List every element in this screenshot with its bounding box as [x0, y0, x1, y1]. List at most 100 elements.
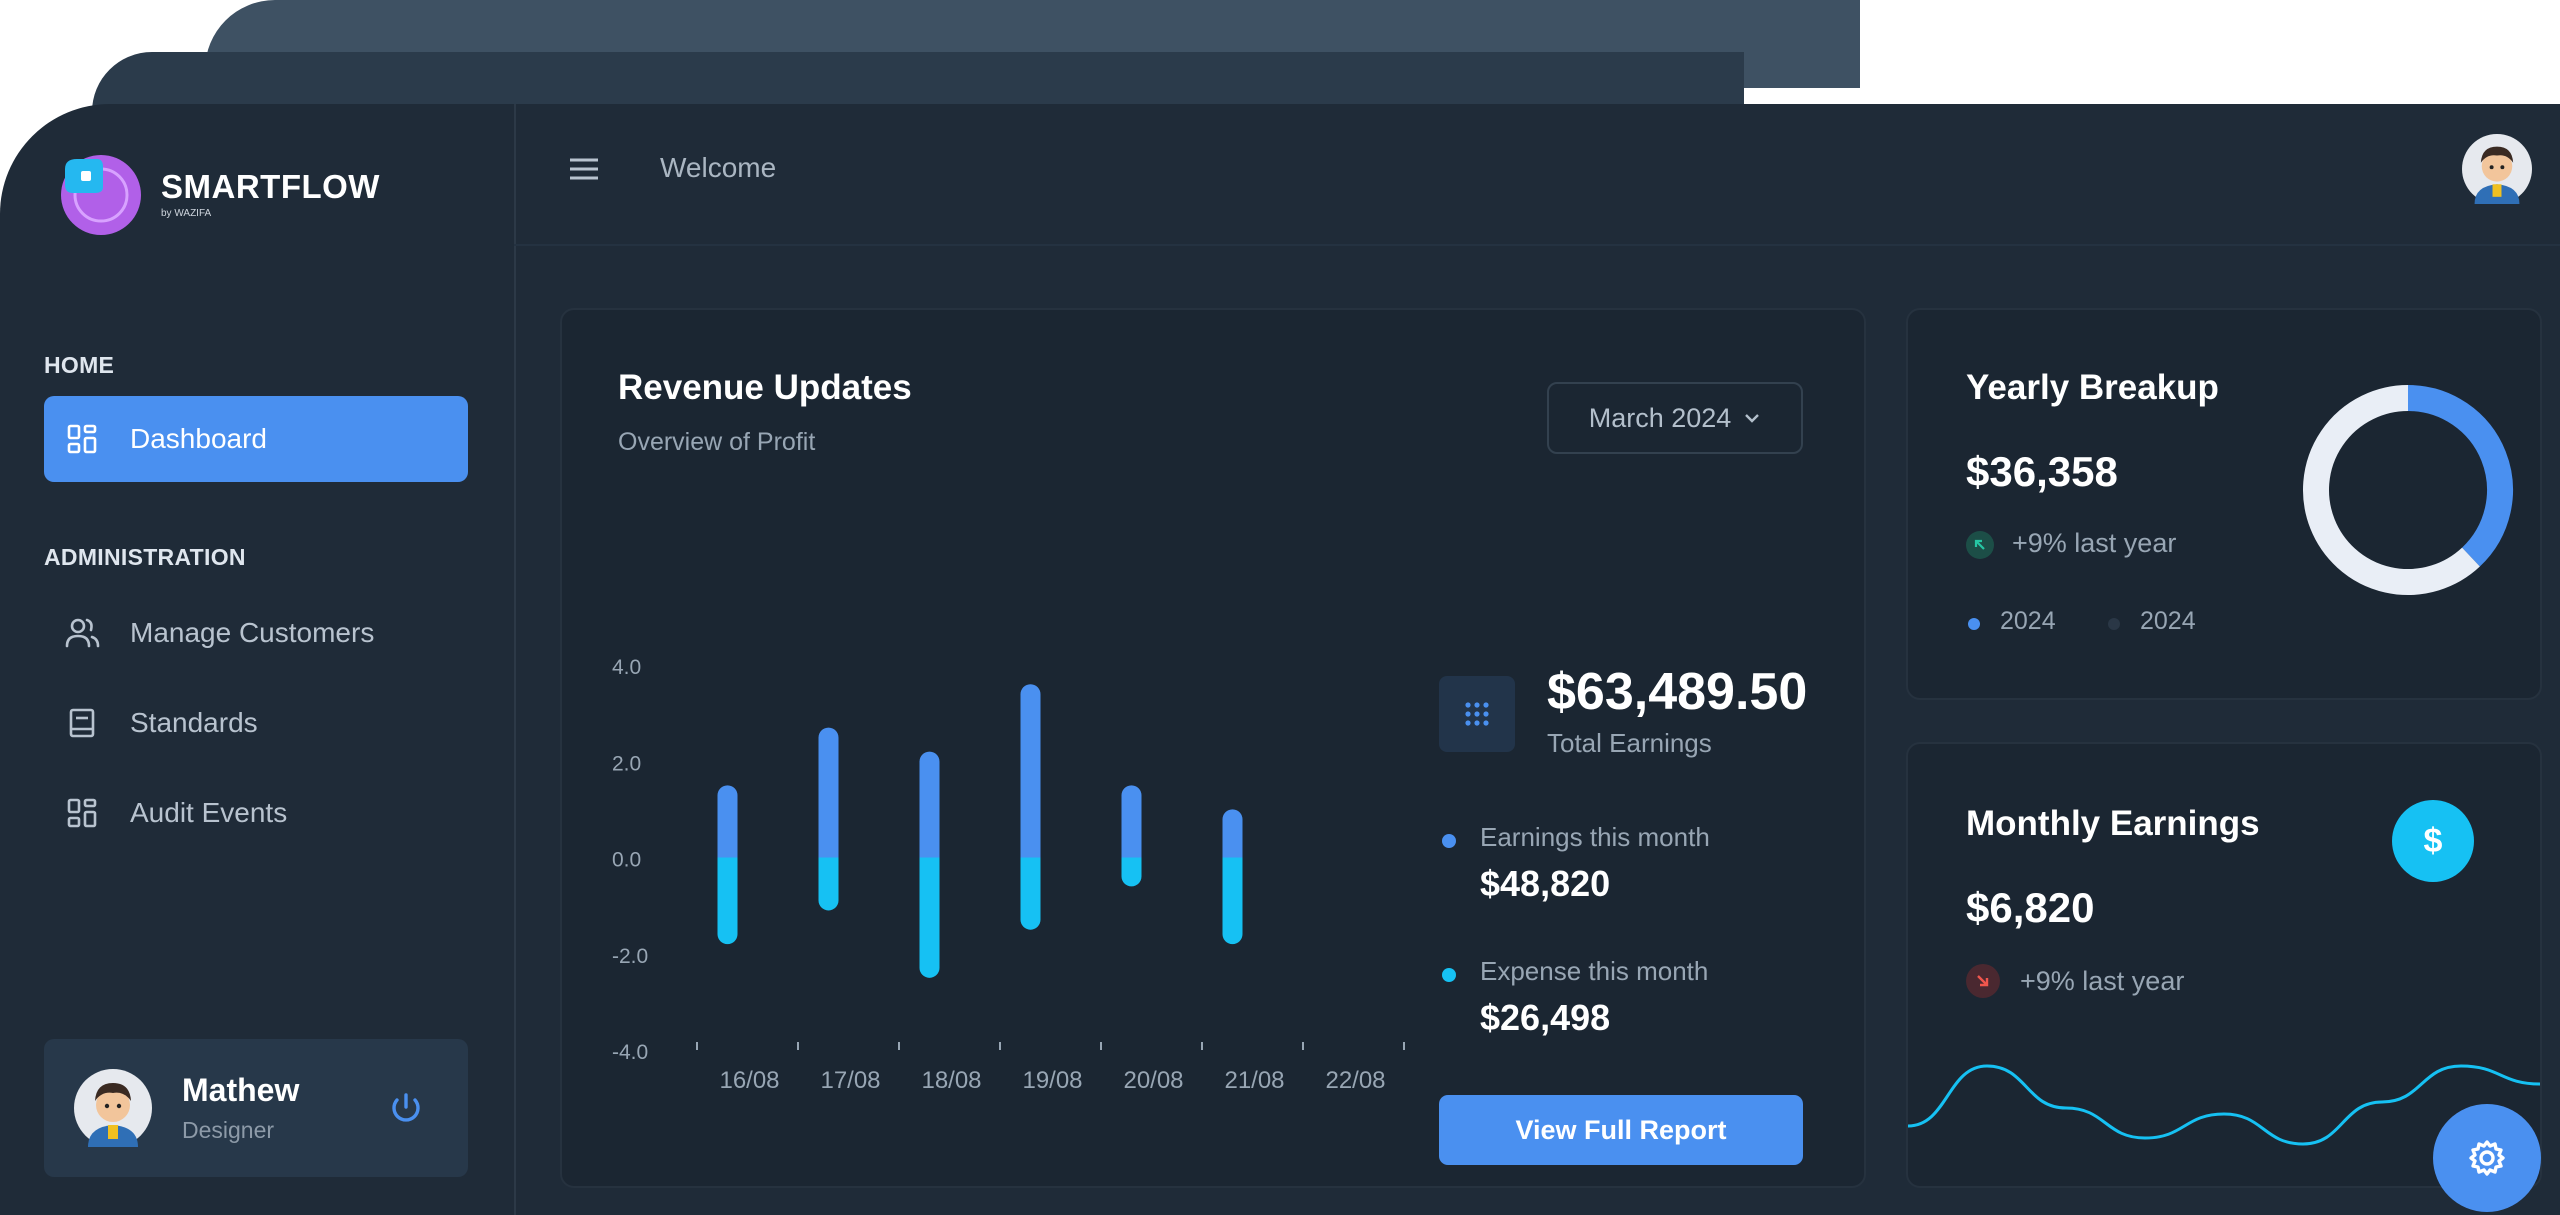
expense-bar-base — [1222, 857, 1243, 868]
donut-slice — [2407, 385, 2513, 567]
trend-down-icon — [1966, 964, 2000, 998]
trend-up-icon — [1966, 531, 1994, 559]
earnings-this-month-value: $48,820 — [1480, 863, 1611, 904]
y-tick-label: -4.0 — [612, 1041, 648, 1064]
yearly-value: $36,358 — [1966, 448, 2118, 495]
hamburger-icon — [570, 158, 598, 180]
brand: SMARTFLOW by WAZIFA — [55, 149, 380, 237]
month-select[interactable]: March 2024 — [1547, 382, 1803, 454]
earnings-icon-box — [1439, 676, 1515, 752]
earnings-bar — [818, 727, 839, 858]
total-earnings-label: Total Earnings — [1547, 728, 1712, 758]
chevron-down-icon — [1745, 414, 1760, 423]
sidebar-item-manage-customers[interactable]: Manage Customers — [44, 590, 468, 676]
earnings-bar-base — [1121, 847, 1142, 858]
expense-this-month-label: Expense this month — [1480, 956, 1709, 986]
x-tick-label: 19/08 — [1022, 1067, 1082, 1094]
section-label-home: HOME — [44, 352, 115, 378]
earnings-bar — [717, 785, 738, 858]
settings-button[interactable] — [2433, 1104, 2541, 1212]
dots-grid-icon — [1465, 702, 1489, 726]
x-tick-label: 22/08 — [1325, 1067, 1385, 1094]
sidebar-item-label: Standards — [130, 707, 258, 738]
earnings-bar-base — [1020, 847, 1041, 858]
y-tick-label: 4.0 — [612, 656, 641, 679]
user-name: Mathew — [182, 1072, 300, 1108]
avatar[interactable] — [74, 1069, 152, 1147]
card-title: Monthly Earnings — [1966, 804, 2260, 843]
sidebar-item-label: Audit Events — [130, 797, 288, 828]
x-tick-label: 16/08 — [719, 1067, 779, 1094]
expense-legend-dot — [1442, 968, 1456, 982]
user-role: Designer — [182, 1117, 275, 1143]
sidebar-item-dashboard[interactable]: Dashboard — [44, 396, 468, 482]
expense-bar-base — [1020, 857, 1041, 868]
yearly-change: +9% last year — [2012, 528, 2177, 558]
legend-dot — [1968, 618, 1980, 630]
earnings-bar-base — [919, 847, 940, 858]
book-icon — [62, 703, 102, 743]
earnings-legend-dot — [1442, 834, 1456, 848]
view-full-report-button[interactable]: View Full Report — [1439, 1095, 1803, 1165]
card-title: Yearly Breakup — [1966, 368, 2219, 407]
earnings-this-month-label: Earnings this month — [1480, 822, 1710, 852]
x-tick-label: 20/08 — [1123, 1067, 1183, 1094]
x-tick-label: 18/08 — [921, 1067, 981, 1094]
profile-avatar[interactable] — [2462, 134, 2532, 204]
yearly-donut-chart — [2303, 385, 2513, 595]
dashboard-icon — [62, 419, 102, 459]
menu-toggle-button[interactable] — [566, 154, 602, 184]
brand-subtitle: by WAZIFA — [161, 207, 212, 219]
users-icon — [62, 613, 102, 653]
expense-bar-base — [919, 857, 940, 868]
sidebar-item-audit-events[interactable]: Audit Events — [44, 770, 468, 856]
earnings-bar-base — [1222, 847, 1243, 858]
legend-label: 2024 — [2140, 607, 2196, 635]
revenue-updates-card: Revenue Updates Overview of Profit March… — [560, 308, 1866, 1188]
monthly-value: $6,820 — [1966, 884, 2095, 931]
earnings-bar — [919, 751, 940, 858]
gear-icon — [2469, 1140, 2505, 1176]
y-tick-label: -2.0 — [612, 945, 648, 968]
sidebar: SMARTFLOW by WAZIFA HOME Dashboard ADMIN… — [0, 104, 516, 1215]
expense-bar-base — [717, 857, 738, 868]
x-tick-label: 21/08 — [1224, 1067, 1284, 1094]
welcome-text: Welcome — [660, 152, 777, 183]
expense-this-month-value: $26,498 — [1480, 997, 1611, 1038]
header-divider — [514, 244, 2560, 246]
expense-bar — [717, 857, 738, 945]
user-card: Mathew Designer — [44, 1039, 468, 1177]
expense-bar — [919, 857, 940, 978]
monthly-change: +9% last year — [2020, 966, 2185, 996]
section-label-administration: ADMINISTRATION — [44, 544, 246, 570]
smartflow-logo-icon — [55, 149, 143, 237]
logout-button[interactable] — [386, 1089, 426, 1129]
legend-label: 2024 — [2000, 607, 2056, 635]
expense-bar-base — [818, 857, 839, 868]
grid-icon — [62, 793, 102, 833]
expense-bar — [1020, 857, 1041, 930]
month-select-value: March 2024 — [1588, 402, 1732, 433]
expense-bar — [1222, 857, 1243, 945]
earnings-bar — [1121, 785, 1142, 858]
y-tick-label: 2.0 — [612, 752, 641, 775]
y-tick-label: 0.0 — [612, 849, 641, 872]
brand-name: SMARTFLOW — [161, 167, 380, 205]
sidebar-item-label: Manage Customers — [130, 617, 375, 648]
donut-slice — [2303, 385, 2480, 595]
legend-dot — [2108, 618, 2120, 630]
card-title: Revenue Updates — [618, 368, 912, 407]
earnings-bar-base — [818, 847, 839, 858]
x-tick-label: 17/08 — [820, 1067, 880, 1094]
card-subtitle: Overview of Profit — [618, 428, 816, 456]
power-icon — [392, 1093, 420, 1122]
revenue-bar-chart: 4.0 2.0 0.0 -2.0 -4.0 16/08 17/08 18/08 19/08 20/… — [612, 656, 1405, 1094]
dollar-icon: $ — [2392, 800, 2474, 882]
yearly-breakup-card: Yearly Breakup $36,358 +9% last year 202… — [1906, 308, 2542, 700]
earnings-bar — [1020, 684, 1041, 858]
expense-bar-base — [1121, 857, 1142, 868]
sidebar-item-standards[interactable]: Standards — [44, 680, 468, 766]
earnings-bar-base — [717, 847, 738, 858]
app-window: SMARTFLOW by WAZIFA HOME Dashboard ADMIN… — [0, 104, 2560, 1215]
sidebar-item-label: Dashboard — [130, 423, 267, 454]
